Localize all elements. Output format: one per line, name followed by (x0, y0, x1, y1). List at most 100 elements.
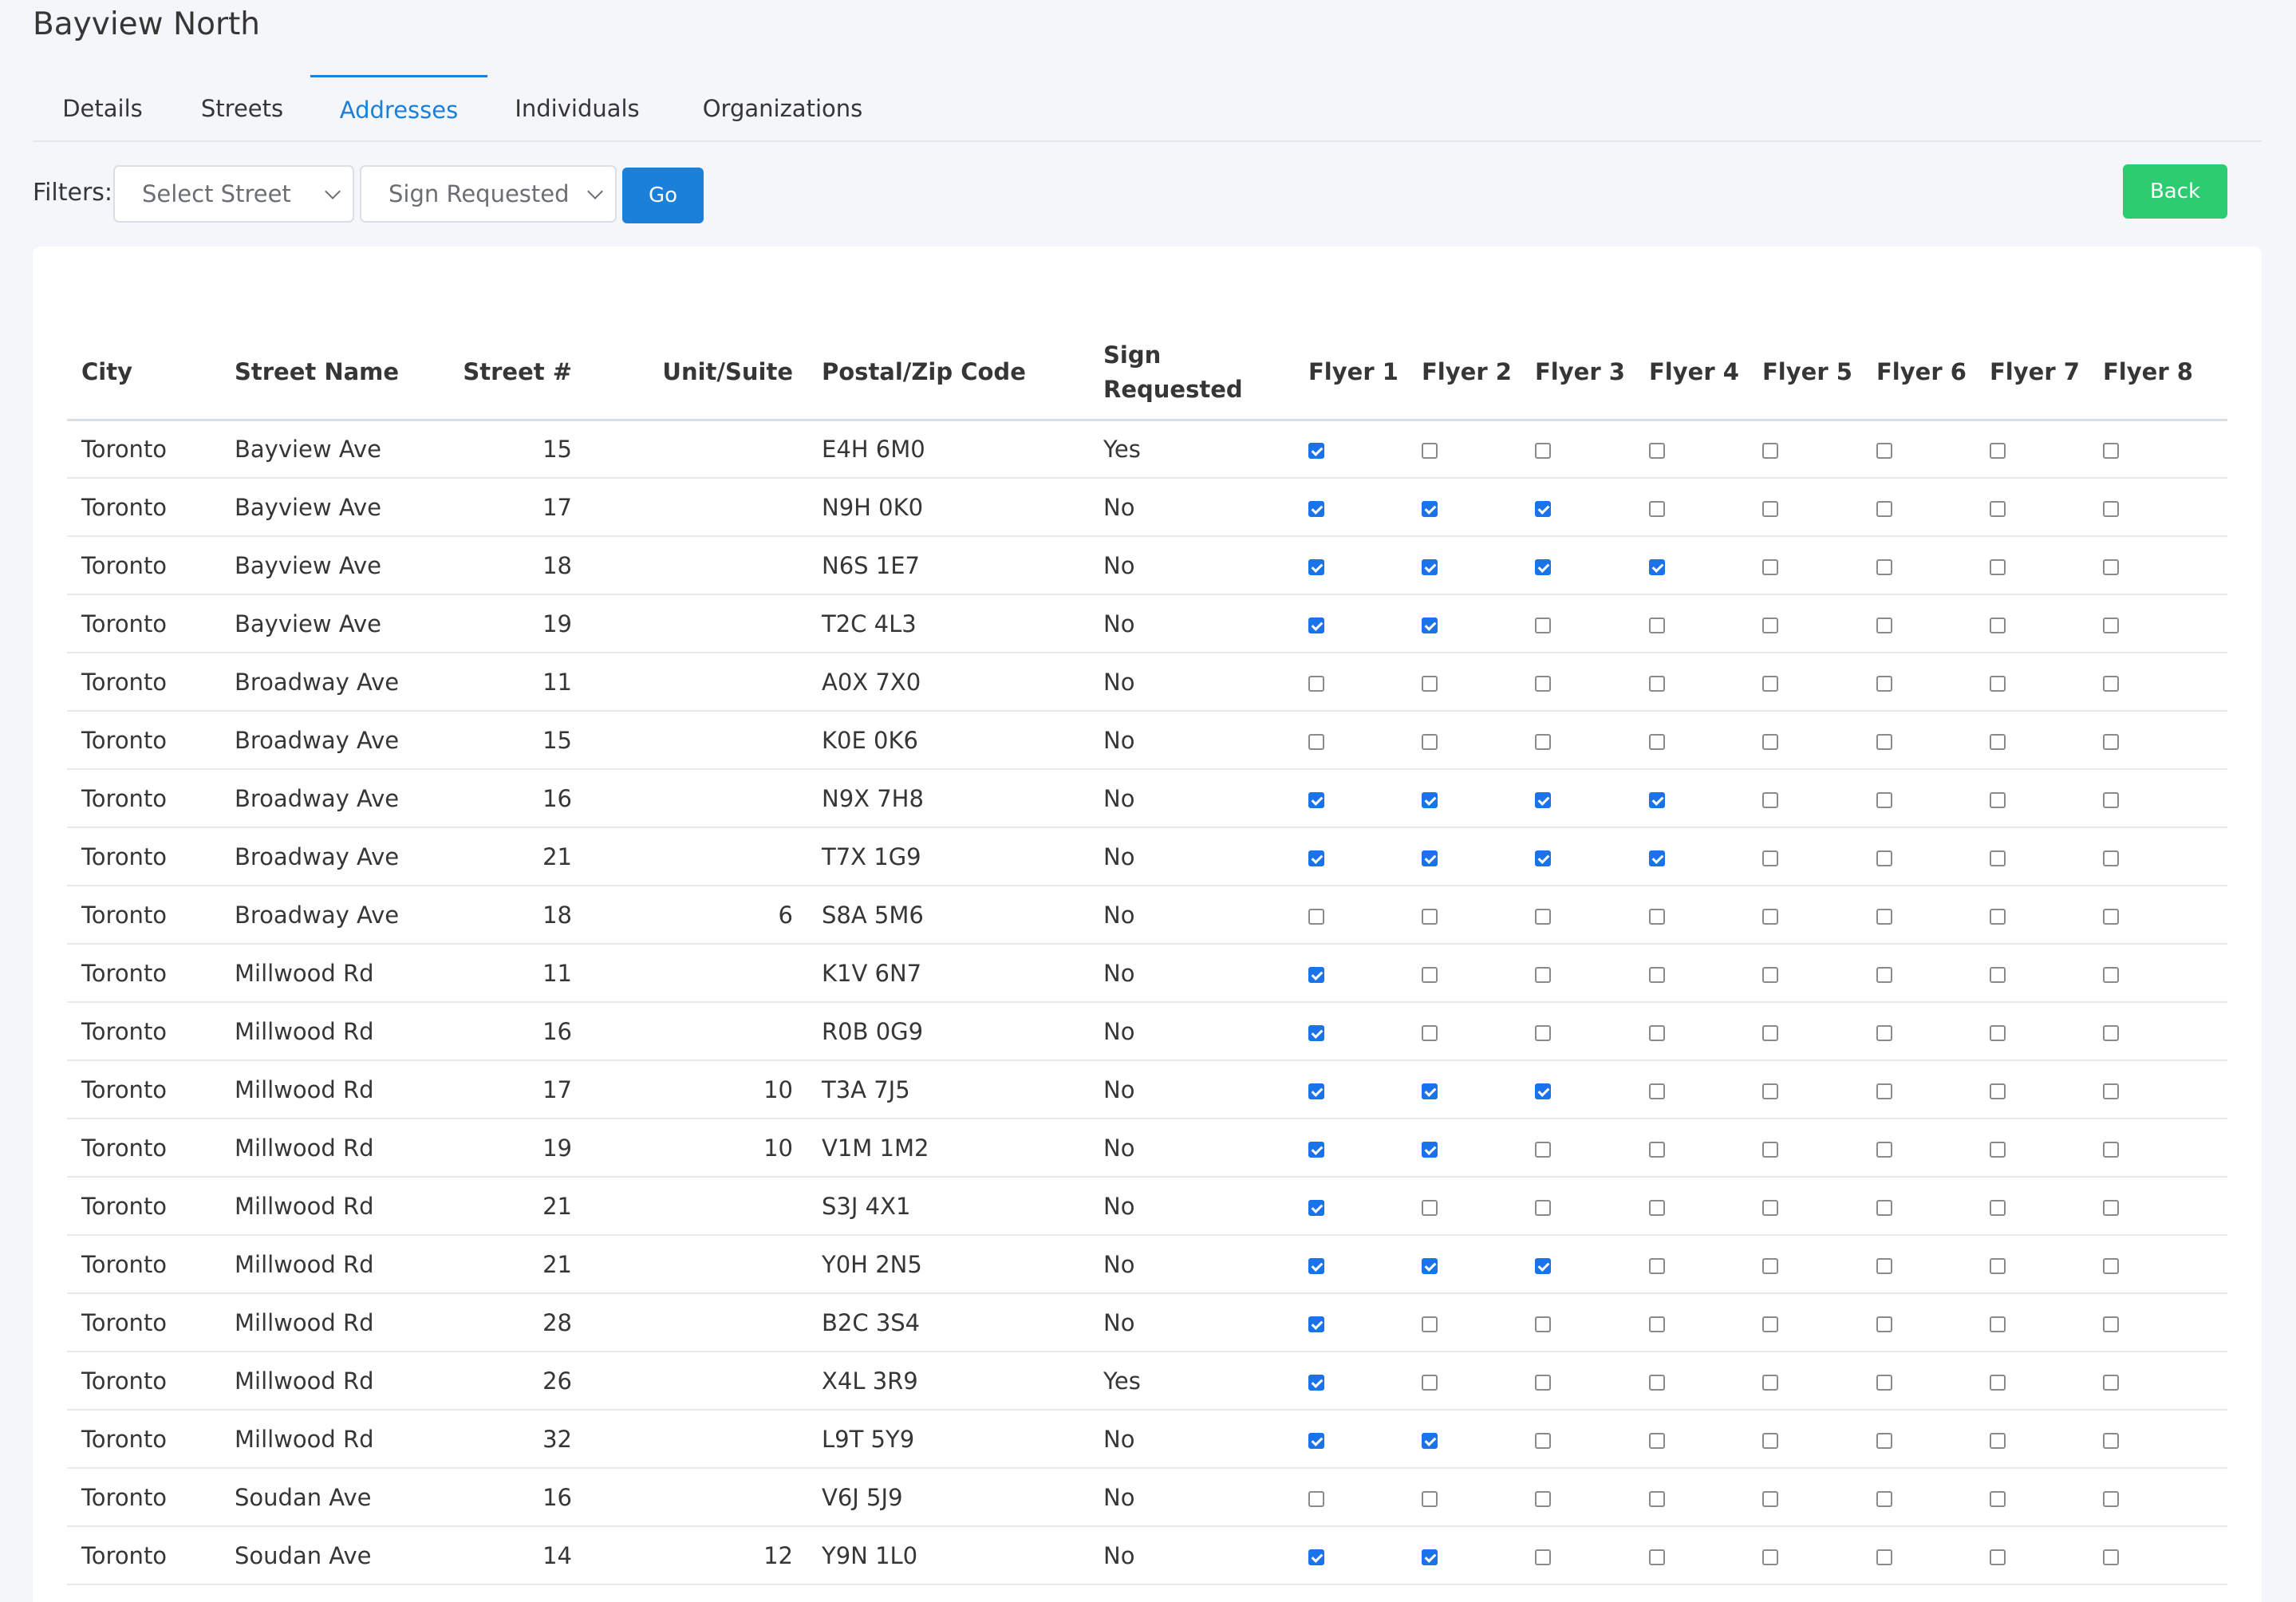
flyer-6-checkbox[interactable] (1876, 1257, 1892, 1274)
flyer-8-checkbox[interactable] (2103, 442, 2119, 459)
flyer-7-checkbox[interactable] (1990, 1374, 2006, 1391)
flyer-1-checkbox[interactable] (1308, 1432, 1324, 1449)
flyer-4-checkbox[interactable] (1649, 1083, 1665, 1099)
flyer-7-checkbox[interactable] (1990, 1257, 2006, 1274)
flyer-2-checkbox[interactable] (1422, 1490, 1438, 1507)
header-postal-code[interactable]: Postal/Zip Code (807, 326, 1089, 421)
flyer-1-checkbox[interactable] (1308, 442, 1324, 459)
flyer-3-checkbox[interactable] (1535, 1549, 1551, 1565)
back-button[interactable]: Back (2123, 164, 2227, 219)
flyer-8-checkbox[interactable] (2103, 908, 2119, 925)
flyer-3-checkbox[interactable] (1535, 1141, 1551, 1158)
flyer-2-checkbox[interactable] (1422, 850, 1438, 866)
flyer-5-checkbox[interactable] (1762, 850, 1778, 866)
flyer-7-checkbox[interactable] (1990, 617, 2006, 633)
flyer-1-checkbox[interactable] (1308, 908, 1324, 925)
flyer-7-checkbox[interactable] (1990, 1083, 2006, 1099)
flyer-2-checkbox[interactable] (1422, 966, 1438, 983)
flyer-6-checkbox[interactable] (1876, 1549, 1892, 1565)
flyer-1-checkbox[interactable] (1308, 1257, 1324, 1274)
header-flyer-1[interactable]: Flyer 1 (1294, 326, 1407, 421)
flyer-1-checkbox[interactable] (1308, 1083, 1324, 1099)
flyer-8-checkbox[interactable] (2103, 675, 2119, 692)
flyer-1-checkbox[interactable] (1308, 850, 1324, 866)
flyer-1-checkbox[interactable] (1308, 1024, 1324, 1041)
street-select[interactable]: Select Street (113, 165, 354, 223)
flyer-3-checkbox[interactable] (1535, 791, 1551, 808)
flyer-8-checkbox[interactable] (2103, 1374, 2119, 1391)
flyer-6-checkbox[interactable] (1876, 908, 1892, 925)
flyer-6-checkbox[interactable] (1876, 675, 1892, 692)
flyer-6-checkbox[interactable] (1876, 850, 1892, 866)
flyer-5-checkbox[interactable] (1762, 442, 1778, 459)
flyer-7-checkbox[interactable] (1990, 558, 2006, 575)
flyer-6-checkbox[interactable] (1876, 500, 1892, 517)
flyer-4-checkbox[interactable] (1649, 733, 1665, 750)
flyer-1-checkbox[interactable] (1308, 675, 1324, 692)
header-city[interactable]: City (67, 326, 220, 421)
flyer-5-checkbox[interactable] (1762, 500, 1778, 517)
header-flyer-2[interactable]: Flyer 2 (1407, 326, 1521, 421)
flyer-6-checkbox[interactable] (1876, 1083, 1892, 1099)
flyer-8-checkbox[interactable] (2103, 1024, 2119, 1041)
flyer-2-checkbox[interactable] (1422, 1083, 1438, 1099)
flyer-7-checkbox[interactable] (1990, 675, 2006, 692)
flyer-5-checkbox[interactable] (1762, 966, 1778, 983)
flyer-4-checkbox[interactable] (1649, 791, 1665, 808)
flyer-4-checkbox[interactable] (1649, 908, 1665, 925)
flyer-6-checkbox[interactable] (1876, 1490, 1892, 1507)
flyer-1-checkbox[interactable] (1308, 966, 1324, 983)
go-button[interactable]: Go (622, 168, 704, 223)
flyer-7-checkbox[interactable] (1990, 442, 2006, 459)
flyer-7-checkbox[interactable] (1990, 1316, 2006, 1332)
flyer-3-checkbox[interactable] (1535, 558, 1551, 575)
flyer-6-checkbox[interactable] (1876, 966, 1892, 983)
flyer-7-checkbox[interactable] (1990, 850, 2006, 866)
flyer-3-checkbox[interactable] (1535, 1083, 1551, 1099)
flyer-3-checkbox[interactable] (1535, 1024, 1551, 1041)
flyer-4-checkbox[interactable] (1649, 1432, 1665, 1449)
flyer-5-checkbox[interactable] (1762, 1316, 1778, 1332)
flyer-4-checkbox[interactable] (1649, 1316, 1665, 1332)
flyer-5-checkbox[interactable] (1762, 1257, 1778, 1274)
flyer-4-checkbox[interactable] (1649, 850, 1665, 866)
flyer-2-checkbox[interactable] (1422, 733, 1438, 750)
flyer-3-checkbox[interactable] (1535, 1199, 1551, 1216)
flyer-1-checkbox[interactable] (1308, 1199, 1324, 1216)
flyer-5-checkbox[interactable] (1762, 908, 1778, 925)
sign-requested-select[interactable]: Sign Requested (360, 165, 617, 223)
flyer-8-checkbox[interactable] (2103, 1141, 2119, 1158)
flyer-8-checkbox[interactable] (2103, 500, 2119, 517)
flyer-7-checkbox[interactable] (1990, 1141, 2006, 1158)
tab-individuals[interactable]: Individuals (487, 75, 667, 142)
flyer-5-checkbox[interactable] (1762, 558, 1778, 575)
flyer-3-checkbox[interactable] (1535, 733, 1551, 750)
flyer-4-checkbox[interactable] (1649, 1490, 1665, 1507)
flyer-6-checkbox[interactable] (1876, 617, 1892, 633)
flyer-4-checkbox[interactable] (1649, 558, 1665, 575)
flyer-1-checkbox[interactable] (1308, 791, 1324, 808)
flyer-6-checkbox[interactable] (1876, 791, 1892, 808)
flyer-1-checkbox[interactable] (1308, 617, 1324, 633)
flyer-6-checkbox[interactable] (1876, 1141, 1892, 1158)
flyer-5-checkbox[interactable] (1762, 791, 1778, 808)
flyer-8-checkbox[interactable] (2103, 791, 2119, 808)
flyer-2-checkbox[interactable] (1422, 1374, 1438, 1391)
flyer-1-checkbox[interactable] (1308, 1490, 1324, 1507)
header-unit-suite[interactable]: Unit/Suite (586, 326, 807, 421)
flyer-2-checkbox[interactable] (1422, 1432, 1438, 1449)
flyer-6-checkbox[interactable] (1876, 733, 1892, 750)
flyer-4-checkbox[interactable] (1649, 442, 1665, 459)
flyer-7-checkbox[interactable] (1990, 1024, 2006, 1041)
flyer-2-checkbox[interactable] (1422, 1141, 1438, 1158)
flyer-2-checkbox[interactable] (1422, 1257, 1438, 1274)
flyer-2-checkbox[interactable] (1422, 791, 1438, 808)
flyer-3-checkbox[interactable] (1535, 908, 1551, 925)
tab-streets[interactable]: Streets (172, 75, 312, 142)
flyer-2-checkbox[interactable] (1422, 908, 1438, 925)
flyer-4-checkbox[interactable] (1649, 617, 1665, 633)
flyer-6-checkbox[interactable] (1876, 1316, 1892, 1332)
flyer-3-checkbox[interactable] (1535, 617, 1551, 633)
flyer-1-checkbox[interactable] (1308, 1374, 1324, 1391)
flyer-1-checkbox[interactable] (1308, 1549, 1324, 1565)
